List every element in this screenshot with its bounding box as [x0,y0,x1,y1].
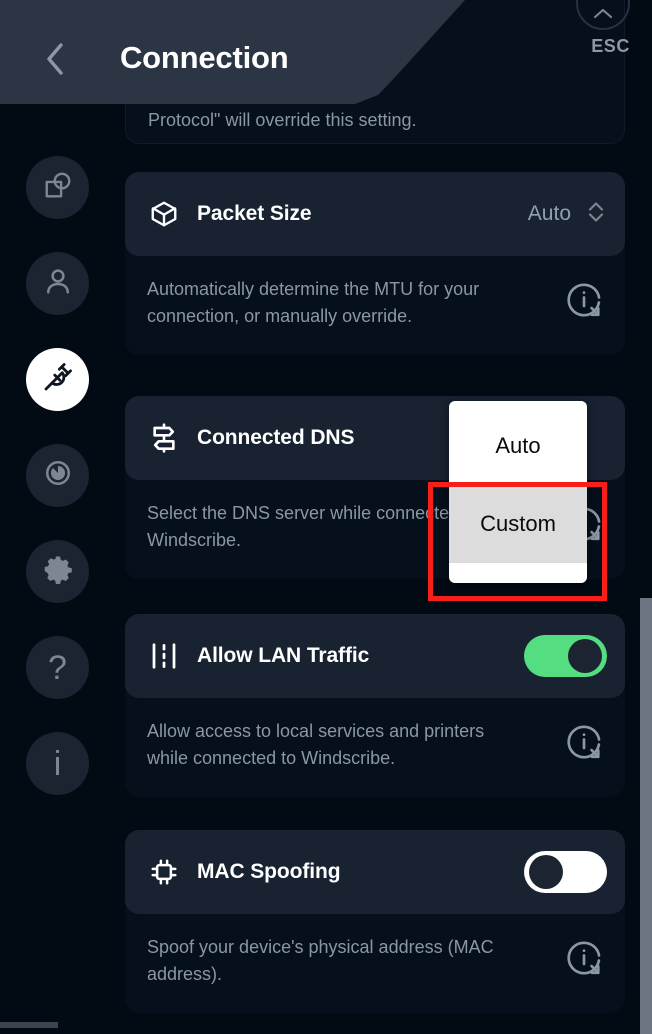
mac-spoofing-info-icon[interactable] [565,939,603,982]
connected-dns-title: Connected DNS [197,426,355,449]
packet-size-info-icon[interactable] [565,281,603,324]
packet-size-card: Packet Size Auto Automatically determine… [125,172,625,356]
sidebar-item-connection[interactable] [26,348,89,411]
shapes-icon [43,170,73,205]
chip-icon [147,855,181,889]
vertical-scrollbar[interactable] [640,598,652,1034]
horizontal-scrollbar[interactable] [0,1022,58,1028]
packet-size-body: Automatically determine the MTU for your… [125,244,625,356]
dropdown-option-custom[interactable]: Custom [449,485,587,563]
allow-lan-traffic-title: Allow LAN Traffic [197,644,370,667]
lan-lanes-icon [147,639,181,673]
packet-size-description: Automatically determine the MTU for your… [147,279,480,326]
box-icon [147,197,181,231]
person-icon [43,266,73,301]
sidebar-item-general[interactable] [26,156,89,219]
sidebar-item-help[interactable]: ? [26,636,89,699]
esc-button[interactable]: ESC [591,36,630,57]
mac-spoofing-body: Spoof your device's physical address (MA… [125,902,625,1014]
dropdown-option-auto[interactable]: Auto [449,407,587,485]
toggle-knob [568,639,602,673]
settings-sidebar: ? i [0,104,116,1034]
sidebar-item-preferences[interactable] [26,540,89,603]
packet-size-value[interactable]: Auto [528,202,571,226]
allow-lan-traffic-body: Allow access to local services and print… [125,686,625,798]
signpost-icon [147,421,181,455]
allow-lan-traffic-info-icon[interactable] [565,723,603,766]
back-button[interactable] [36,36,76,82]
connected-dns-dropdown[interactable]: Auto Custom [449,401,587,583]
sidebar-item-account[interactable] [26,252,89,315]
packet-size-title: Packet Size [197,202,312,225]
mac-spoofing-row[interactable]: MAC Spoofing [125,830,625,914]
mac-spoofing-description: Spoof your device's physical address (MA… [147,937,494,984]
packet-size-row[interactable]: Packet Size Auto [125,172,625,256]
mac-spoofing-toggle[interactable] [524,851,607,893]
stepper-chevrons-icon[interactable] [585,197,607,232]
info-icon: i [53,744,62,783]
previous-setting-description: Protocol" will override this setting. [148,110,417,130]
allow-lan-traffic-row[interactable]: Allow LAN Traffic [125,614,625,698]
allow-lan-traffic-toggle[interactable] [524,635,607,677]
allow-lan-traffic-description: Allow access to local services and print… [147,721,485,768]
allow-lan-traffic-card: Allow LAN Traffic Allow access to local … [125,614,625,798]
mac-spoofing-card: MAC Spoofing Spoof your device's physica… [125,830,625,1014]
gear-icon [43,554,73,589]
robert-bot-icon [43,458,73,493]
mac-spoofing-title: MAC Spoofing [197,860,341,883]
question-icon: ? [48,648,67,687]
chevron-left-icon [47,43,63,75]
sidebar-item-robert[interactable] [26,444,89,507]
windscribe-connection-settings: Protocol" will override this setting. Pa… [0,0,652,1034]
plug-icon [42,361,74,398]
sidebar-item-about[interactable]: i [26,732,89,795]
chevron-up-icon [593,8,613,19]
toggle-knob [529,855,563,889]
